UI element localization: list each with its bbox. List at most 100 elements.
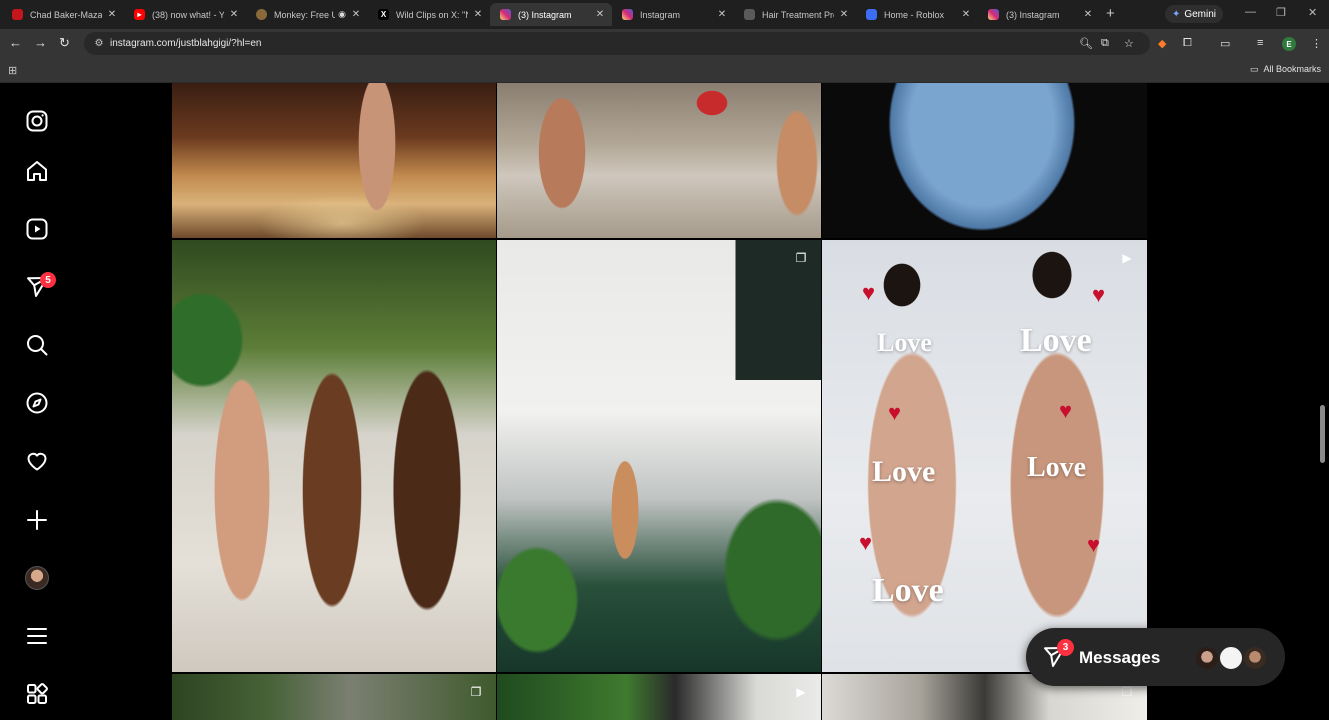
post-thumbnail[interactable]: ▶ bbox=[497, 674, 821, 720]
tab-close-icon[interactable]: ✕ bbox=[350, 9, 362, 20]
x-favicon: X bbox=[378, 9, 389, 20]
new-tab-button[interactable]: + bbox=[1106, 5, 1115, 22]
heart-sticker: ♥ bbox=[862, 280, 876, 305]
browser-toolbar: ← → ↻ ⚙ instagram.com/justblahgigi/?hl=e… bbox=[0, 29, 1329, 58]
all-bookmarks-button[interactable]: ▭ All Bookmarks bbox=[1250, 64, 1321, 75]
apps-grid-icon[interactable]: ⊞ bbox=[8, 64, 17, 77]
post-thumbnail[interactable] bbox=[172, 240, 496, 672]
browser-tab[interactable]: Chad Baker-Mazara ✕ bbox=[2, 3, 124, 26]
messages-pill-button[interactable]: 3 Messages bbox=[1026, 628, 1285, 686]
all-bookmarks-label: All Bookmarks bbox=[1263, 64, 1322, 74]
carousel-icon: ❐ bbox=[795, 251, 807, 265]
tab-close-icon[interactable]: ✕ bbox=[960, 9, 972, 20]
browser-tab[interactable]: Hair Treatment Prod ✕ bbox=[734, 3, 856, 26]
post-thumbnail[interactable]: ♥ ♥ ♥ ♥ ♥ ♥ Love Love Love Love Love ▶ bbox=[822, 240, 1147, 672]
also-from-meta-icon[interactable] bbox=[24, 681, 50, 707]
gemini-sparkle-icon: ✦ bbox=[1171, 8, 1181, 20]
reload-button[interactable]: ↻ bbox=[59, 36, 70, 50]
reels-icon[interactable] bbox=[24, 216, 50, 242]
tab-close-icon[interactable]: ✕ bbox=[594, 9, 606, 20]
carousel-icon: ❐ bbox=[470, 685, 482, 699]
side-panel-icon[interactable]: ▭ bbox=[1220, 37, 1230, 50]
tab-title: Hair Treatment Prod bbox=[762, 9, 834, 20]
heart-sticker: ♥ bbox=[888, 400, 902, 425]
browser-tab[interactable]: Instagram ✕ bbox=[612, 3, 734, 26]
post-photo-detail bbox=[497, 83, 821, 238]
more-menu-icon[interactable] bbox=[24, 623, 50, 649]
post-photo bbox=[497, 674, 821, 720]
tab-title: Wild Clips on X: "N bbox=[396, 9, 468, 20]
extension-icon[interactable]: ◆ bbox=[1158, 37, 1166, 50]
site-info-icon[interactable]: ⚙ bbox=[90, 38, 108, 49]
tab-title: Home - Roblox bbox=[884, 9, 945, 20]
tab-close-icon[interactable]: ✕ bbox=[228, 9, 240, 20]
heart-sticker: ♥ bbox=[1087, 532, 1101, 557]
back-button[interactable]: ← bbox=[9, 36, 22, 50]
tab-title: (3) Instagram bbox=[1006, 9, 1060, 20]
tab-favicon bbox=[12, 9, 23, 20]
install-app-icon[interactable]: ⧉ bbox=[1101, 37, 1109, 50]
tab-close-icon[interactable]: ✕ bbox=[1082, 9, 1094, 20]
youtube-favicon: ▸ bbox=[134, 9, 145, 20]
roblox-favicon bbox=[866, 9, 877, 20]
post-photo-detail bbox=[172, 83, 496, 238]
post-thumbnail[interactable]: ❐ bbox=[172, 674, 496, 720]
profile-avatar-button[interactable]: E bbox=[1282, 37, 1296, 51]
zoom-icon[interactable]: 🔍︎ bbox=[1079, 37, 1093, 50]
heart-sticker: ♥ bbox=[1092, 282, 1106, 307]
search-icon[interactable] bbox=[24, 332, 50, 358]
reel-icon: ▶ bbox=[1122, 251, 1132, 265]
instagram-sidebar: 5 bbox=[0, 83, 73, 720]
bookmark-star-icon[interactable]: ☆ bbox=[1124, 37, 1134, 50]
conversation-avatar bbox=[1242, 645, 1268, 671]
post-photo-detail bbox=[172, 240, 496, 672]
post-photo-detail bbox=[497, 240, 821, 672]
love-overlay-text: Love bbox=[1027, 452, 1087, 483]
tab-favicon bbox=[744, 9, 755, 20]
browser-tab[interactable]: (3) Instagram ✕ bbox=[978, 3, 1100, 26]
instagram-favicon bbox=[622, 9, 633, 20]
love-overlay-text: Love bbox=[877, 328, 932, 357]
reel-icon: ▶ bbox=[796, 685, 806, 699]
heart-sticker: ♥ bbox=[859, 530, 873, 555]
instagram-logo-icon[interactable] bbox=[24, 108, 50, 134]
post-thumbnail[interactable] bbox=[497, 83, 821, 238]
restore-button[interactable]: ❐ bbox=[1276, 6, 1286, 19]
post-thumbnail[interactable]: ❐ bbox=[497, 240, 821, 672]
extensions-puzzle-icon[interactable]: ⧠ bbox=[1183, 37, 1192, 50]
profile-avatar[interactable] bbox=[25, 566, 49, 590]
tab-title: Monkey: Free U bbox=[274, 9, 336, 20]
page-scrollbar-thumb[interactable] bbox=[1320, 405, 1325, 463]
close-window-button[interactable]: ✕ bbox=[1308, 6, 1317, 19]
tab-close-icon[interactable]: ✕ bbox=[472, 9, 484, 20]
tab-title: Instagram bbox=[640, 9, 681, 20]
tab-close-icon[interactable]: ✕ bbox=[106, 9, 118, 20]
minimize-button[interactable]: — bbox=[1245, 6, 1256, 18]
bookmarks-bar: ⊞ ▭ All Bookmarks bbox=[0, 58, 1329, 83]
tab-title: (38) now what! - Yo bbox=[152, 9, 224, 20]
tab-close-icon[interactable]: ✕ bbox=[838, 9, 850, 20]
post-thumbnail[interactable] bbox=[822, 83, 1147, 238]
love-overlay-text: Love bbox=[872, 572, 944, 609]
instagram-favicon bbox=[500, 9, 511, 20]
post-thumbnail[interactable] bbox=[172, 83, 496, 238]
browser-tab[interactable]: Monkey: Free U ◉ ✕ bbox=[246, 3, 368, 26]
media-controls-icon[interactable]: ≡ bbox=[1257, 37, 1263, 49]
recording-icon: ◉ bbox=[338, 9, 346, 19]
browser-tab[interactable]: Home - Roblox ✕ bbox=[856, 3, 978, 26]
carousel-icon: ❐ bbox=[1121, 685, 1133, 699]
browser-tab[interactable]: ▸ (38) now what! - Yo ✕ bbox=[124, 3, 246, 26]
create-icon[interactable] bbox=[24, 507, 50, 533]
home-icon[interactable] bbox=[24, 158, 50, 184]
browser-tab[interactable]: X Wild Clips on X: "N ✕ bbox=[368, 3, 490, 26]
messages-count-badge: 3 bbox=[1057, 639, 1074, 656]
address-bar[interactable]: ⚙ instagram.com/justblahgigi/?hl=en bbox=[84, 32, 1150, 55]
explore-icon[interactable] bbox=[24, 390, 50, 416]
browser-tab-active[interactable]: (3) Instagram ✕ bbox=[490, 3, 612, 26]
forward-button[interactable]: → bbox=[34, 36, 47, 50]
chrome-menu-icon[interactable]: ⋮ bbox=[1311, 37, 1322, 50]
profile-post-grid: ❐ ♥ ♥ ♥ ♥ ♥ ♥ Love Love Love Love Love ▶… bbox=[172, 83, 1147, 720]
gemini-button[interactable]: ✦ Gemini bbox=[1165, 5, 1223, 23]
notifications-heart-icon[interactable] bbox=[24, 448, 50, 474]
tab-close-icon[interactable]: ✕ bbox=[716, 9, 728, 20]
